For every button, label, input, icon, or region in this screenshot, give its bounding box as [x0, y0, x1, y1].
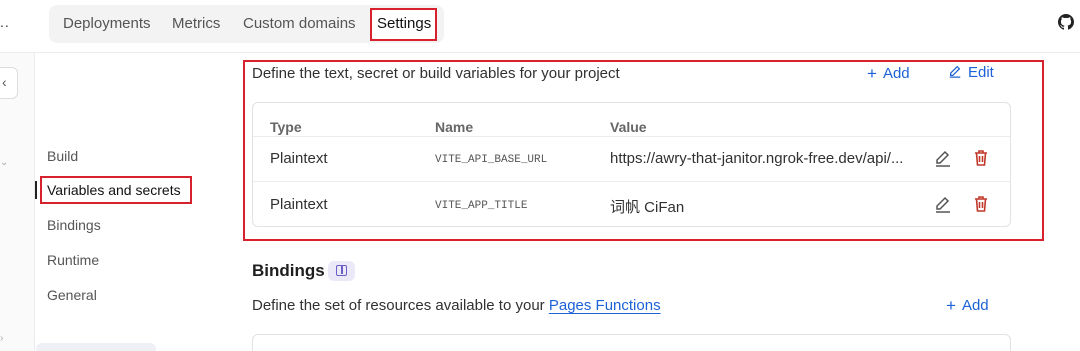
edit-row-icon[interactable] [933, 148, 953, 168]
chevron-down-icon[interactable]: ⌄ [0, 157, 8, 168]
collapse-sidebar-button[interactable]: ‹ [0, 67, 18, 99]
edit-variables-button[interactable]: Edit [948, 64, 994, 81]
nav-build[interactable]: Build [47, 148, 78, 164]
top-bar: .. Deployments Metrics Custom domains Se… [0, 0, 1080, 53]
left-rail: ‹ ⌄ › [0, 53, 35, 351]
app-menu-dots[interactable]: .. [0, 14, 10, 30]
tab-settings[interactable]: Settings [371, 9, 438, 39]
tab-deployments[interactable]: Deployments [63, 5, 151, 43]
bindings-title: Bindings [252, 261, 325, 280]
add-variable-label: Add [882, 65, 910, 82]
add-binding-label: Add [961, 297, 989, 314]
pages-functions-link[interactable]: Pages Functions [549, 297, 661, 314]
docs-icon[interactable] [328, 261, 355, 281]
bindings-description: Define the set of resources available to… [252, 297, 661, 314]
github-icon[interactable] [1058, 14, 1074, 30]
nav-variables-and-secrets[interactable]: Variables and secrets [47, 182, 181, 198]
settings-nav: Build Variables and secrets Bindings Run… [36, 53, 226, 351]
edit-variables-label: Edit [968, 64, 994, 81]
plus-icon: + [867, 64, 877, 83]
nav-bindings[interactable]: Bindings [47, 217, 101, 233]
row-value: 词帆 CiFan [610, 199, 685, 216]
row-divider [253, 136, 1010, 137]
chevron-left-icon: ‹ [2, 74, 7, 90]
column-header-name: Name [435, 119, 474, 135]
row-type: Plaintext [270, 150, 328, 167]
nav-general[interactable]: General [47, 287, 97, 303]
plus-icon: + [946, 296, 956, 315]
nav-footer-pill [36, 343, 156, 351]
tab-metrics[interactable]: Metrics [172, 5, 220, 43]
tab-custom-domains[interactable]: Custom domains [243, 5, 356, 43]
delete-row-icon[interactable] [971, 148, 991, 168]
bindings-table [252, 334, 1011, 351]
nav-runtime[interactable]: Runtime [47, 252, 99, 268]
column-header-type: Type [270, 119, 302, 135]
edit-icon [949, 65, 961, 78]
bindings-description-text: Define the set of resources available to… [252, 297, 549, 314]
row-name: VITE_APP_TITLE [435, 200, 528, 212]
delete-row-icon[interactable] [971, 194, 991, 214]
variables-description: Define the text, secret or build variabl… [252, 65, 620, 82]
column-header-value: Value [610, 119, 647, 135]
add-variable-button[interactable]: + Add [867, 64, 910, 84]
row-type: Plaintext [270, 196, 328, 213]
row-value: https://awry-that-janitor.ngrok-free.dev… [610, 150, 904, 167]
row-name: VITE_API_BASE_URL [435, 154, 548, 166]
variables-table: Type Name Value Plaintext VITE_API_BASE_… [252, 102, 1011, 227]
add-binding-button[interactable]: + Add [946, 296, 989, 316]
nav-active-indicator [35, 181, 37, 199]
tab-bar: Deployments Metrics Custom domains Setti… [49, 5, 444, 43]
chevron-right-icon[interactable]: › [0, 333, 3, 344]
row-divider [253, 181, 1010, 182]
edit-row-icon[interactable] [933, 194, 953, 214]
